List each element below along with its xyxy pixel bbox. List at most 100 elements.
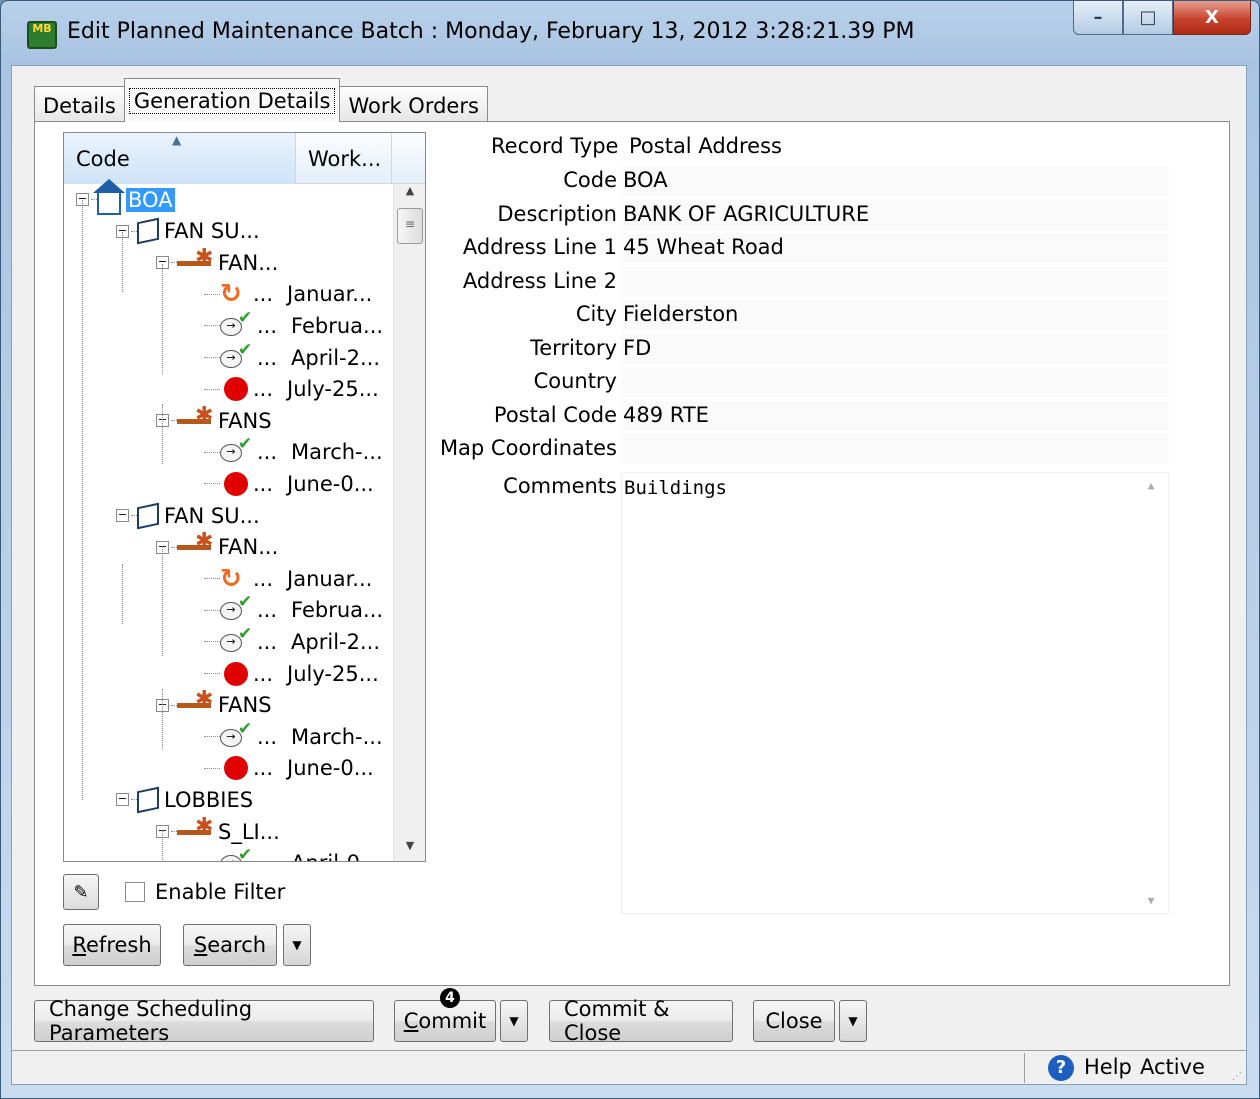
stop-icon	[224, 661, 248, 686]
tree-node-label: FAN SU...	[164, 503, 260, 528]
field-value[interactable]	[621, 367, 1169, 397]
field-value[interactable]: Fielderston	[621, 300, 1169, 330]
tree-node[interactable]: ... July-25...	[204, 658, 379, 689]
tree-connector-line	[162, 830, 163, 861]
refresh-button[interactable]: Refresh	[63, 924, 161, 966]
tree-node[interactable]: ... June-0...	[204, 468, 374, 499]
app-icon: MB	[27, 21, 57, 49]
comments-scroll-up-icon[interactable]: ▲	[1134, 479, 1168, 492]
tab-work-orders[interactable]: Work Orders	[339, 86, 488, 122]
caption-buttons: – □ X	[1073, 1, 1251, 37]
change-scheduling-label: Change Scheduling Parameters	[49, 997, 253, 1045]
tab-work-orders-label: Work Orders	[348, 93, 479, 118]
stop-icon	[224, 377, 248, 402]
field-value[interactable]: 489 RTE	[621, 400, 1169, 431]
tree-node[interactable]: ... July-25...	[204, 374, 379, 405]
help-link[interactable]: Help	[1084, 1055, 1132, 1079]
tree-node-label: June-0...	[287, 471, 374, 496]
field-label: Country	[533, 369, 617, 393]
title-bar[interactable]: MB Edit Planned Maintenance Batch : Mond…	[1, 1, 1259, 65]
tree-node-label: FANS	[218, 408, 272, 433]
batch-tree[interactable]: ▲ Code Work... −BOA−FAN SU...−FAN...↻...…	[63, 132, 426, 862]
tab-generation-details[interactable]: Generation Details	[123, 78, 341, 122]
stop-icon	[224, 471, 248, 496]
tree-node[interactable]: −FAN...	[156, 245, 278, 278]
field-value[interactable]	[621, 434, 1169, 464]
tree-connector	[204, 736, 220, 738]
tree-scrollbar[interactable]: ▲ ≡ ▼	[393, 184, 425, 861]
scroll-down-icon[interactable]: ▼	[394, 839, 425, 861]
help-icon[interactable]: ?	[1048, 1055, 1074, 1081]
close-dropdown-button[interactable]: ▼	[839, 1000, 867, 1042]
collapse-icon[interactable]: −	[116, 793, 129, 807]
comments-field[interactable]: Buildings ▲ ▼	[621, 472, 1169, 914]
tree-node[interactable]: − FAN SU...	[116, 500, 260, 531]
field-value[interactable]: FD	[621, 333, 1169, 364]
tree-node-label: Januar...	[287, 566, 373, 591]
search-dropdown-button[interactable]: ▼	[283, 924, 311, 966]
tree-node[interactable]: − BOA	[76, 178, 175, 215]
tree-node[interactable]: −FAN...	[156, 529, 278, 563]
tree-node[interactable]: ... June-0...	[204, 753, 374, 784]
tree-node-label: March-...	[291, 724, 383, 749]
tree-node[interactable]: ... April-0...	[204, 845, 380, 861]
change-scheduling-parameters-button[interactable]: Change Scheduling Parameters	[34, 997, 374, 1045]
field-value[interactable]: 45 Wheat Road	[621, 233, 1169, 263]
tree-node[interactable]: ... April-2...	[204, 340, 380, 373]
tree-node-label: July-25...	[287, 377, 379, 402]
step-badge: 4	[440, 988, 460, 1008]
tree-node[interactable]: − FAN SU...	[116, 216, 260, 247]
tree-node[interactable]: ↻... Januar...	[204, 279, 372, 310]
tab-details[interactable]: Details	[34, 86, 125, 122]
redo-icon: ↻	[220, 279, 242, 310]
tree-connector	[204, 483, 220, 485]
comments-scroll-down-icon[interactable]: ▼	[1134, 894, 1168, 907]
window-title: Edit Planned Maintenance Batch : Monday,…	[67, 19, 915, 44]
collapse-icon[interactable]: −	[116, 509, 129, 522]
tree-node[interactable]: −FANS	[156, 687, 272, 721]
field-label: Code	[563, 168, 617, 192]
tree-connector-line	[122, 564, 123, 624]
scroll-up-icon[interactable]: ▲	[394, 184, 425, 206]
tree-node-label: March-...	[291, 440, 383, 465]
tree-connector	[204, 357, 220, 358]
tree-node[interactable]: ... Februa...	[204, 308, 383, 341]
field-value[interactable]: BOA	[621, 166, 1169, 196]
tree-node[interactable]: ... Februa...	[204, 592, 383, 626]
scroll-thumb[interactable]: ≡	[397, 208, 423, 244]
close-button[interactable]: Close	[753, 1000, 835, 1042]
tree-node[interactable]: − LOBBIES	[116, 784, 253, 815]
form-row: Address Line 2	[435, 266, 1175, 297]
resize-grip-icon[interactable]: ⋰	[1232, 1071, 1242, 1082]
maximize-button[interactable]: □	[1123, 1, 1173, 35]
enable-filter-checkbox[interactable]	[125, 882, 145, 902]
minimize-button[interactable]: –	[1073, 1, 1123, 35]
commit-and-close-button[interactable]: Commit & Close	[549, 997, 733, 1045]
field-value[interactable]	[621, 266, 1169, 297]
tree-node[interactable]: ↻... Januar...	[204, 563, 372, 594]
search-button[interactable]: Search	[183, 924, 277, 966]
close-window-button[interactable]: X	[1173, 1, 1251, 35]
column-header-code[interactable]: ▲ Code	[64, 133, 296, 184]
tree-connector	[204, 293, 220, 295]
tab-generation-details-label: Generation Details	[128, 87, 336, 114]
field-value[interactable]: BANK OF AGRICULTURE	[621, 199, 1169, 230]
tree-node[interactable]: ... March-...	[204, 719, 383, 752]
comments-scrollbar[interactable]: ▲ ▼	[1134, 473, 1168, 913]
column-header-work[interactable]: Work...	[296, 133, 392, 184]
box-icon	[137, 786, 159, 814]
tree-node[interactable]: −S_LI...	[156, 814, 280, 847]
status-bar: ? Help Active ⋰	[12, 1050, 1246, 1084]
tree-node[interactable]: ... April-2...	[204, 624, 380, 657]
tree-node[interactable]: ... March-...	[204, 434, 383, 468]
field-label: Postal Code	[493, 402, 617, 427]
filter-edit-icon[interactable]: ✎	[63, 874, 99, 910]
pump-icon	[177, 403, 213, 433]
tree-connector-line	[162, 689, 163, 749]
tree-node[interactable]: −FANS	[156, 403, 272, 436]
tree-node-ellipsis: ...	[253, 377, 274, 402]
commit-dropdown-button[interactable]: ▼	[500, 1000, 528, 1042]
commit-button-label: Commit	[403, 1009, 487, 1033]
enable-filter-label: Enable Filter	[155, 880, 286, 904]
edit-planned-maintenance-batch-window: MB Edit Planned Maintenance Batch : Mond…	[0, 0, 1260, 1099]
